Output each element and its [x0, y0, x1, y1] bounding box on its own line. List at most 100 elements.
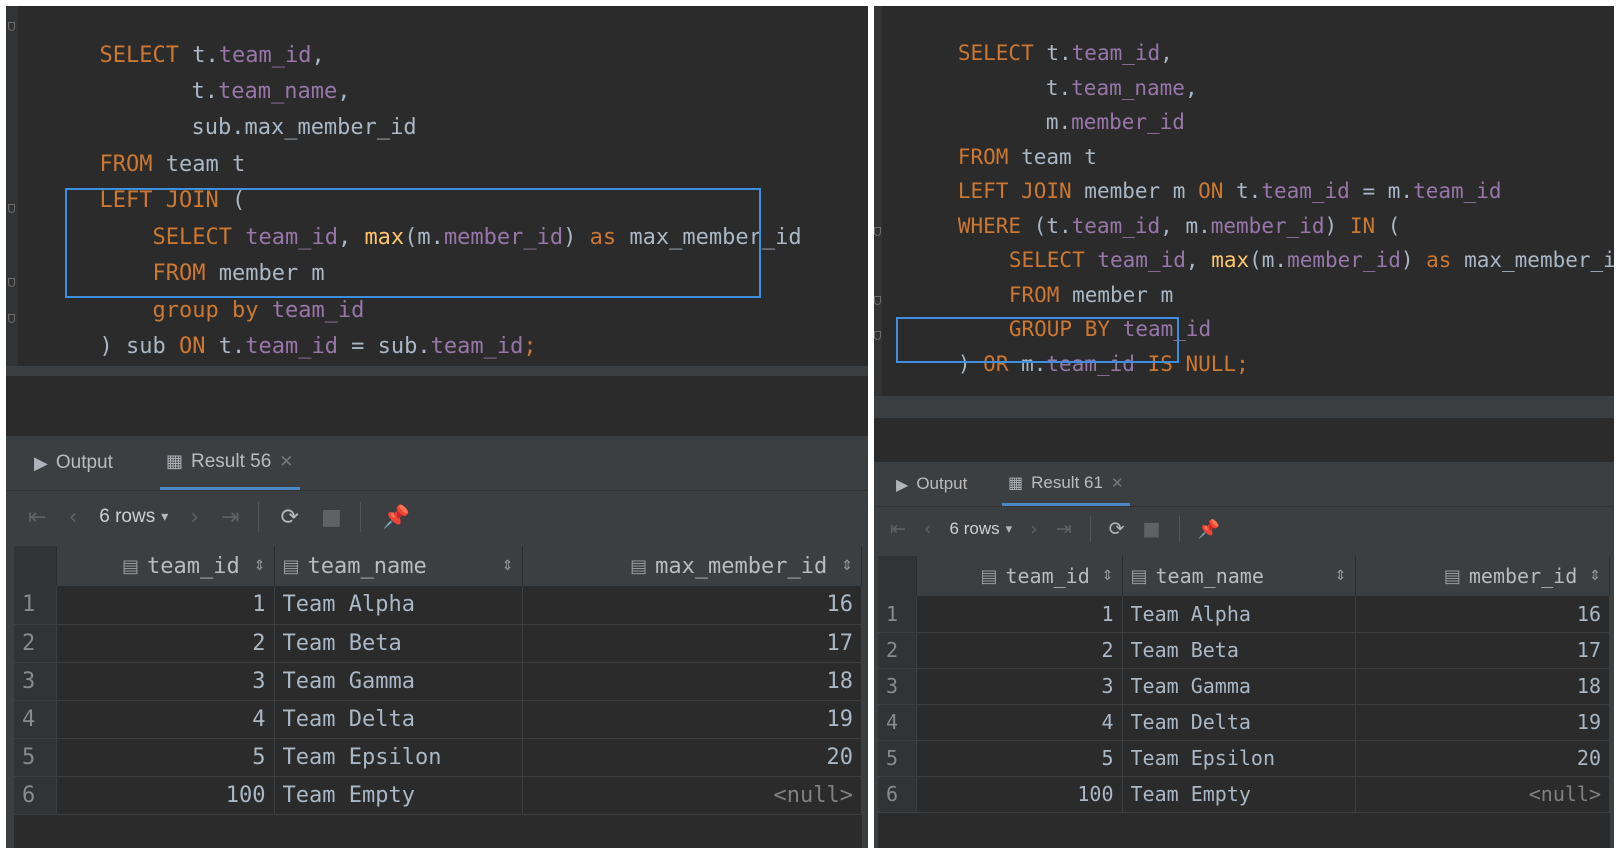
- tab-result[interactable]: ▦ Result 61 ✕: [1002, 462, 1130, 506]
- fold-marker-icon[interactable]: [874, 296, 881, 305]
- team-id-cell[interactable]: 100: [56, 776, 275, 815]
- first-page-icon[interactable]: ⇤: [890, 518, 906, 540]
- sort-icon[interactable]: ⇕: [1335, 568, 1347, 584]
- pin-tab-icon[interactable]: 📌: [1198, 519, 1220, 540]
- row-count-dropdown[interactable]: 6 rows: [950, 519, 1000, 539]
- tab-result[interactable]: ▦ Result 56 ✕: [160, 436, 300, 490]
- fold-marker-icon[interactable]: [874, 331, 881, 340]
- previous-page-icon[interactable]: ‹: [924, 518, 932, 540]
- team-id-cell[interactable]: 5: [56, 738, 275, 777]
- stop-icon[interactable]: ■: [321, 505, 342, 530]
- chevron-down-icon[interactable]: ▾: [161, 509, 168, 525]
- row-number-cell[interactable]: 3: [878, 668, 917, 705]
- table-row[interactable]: 5 5 Team Epsilon 20: [14, 738, 862, 777]
- team-id-cell[interactable]: 3: [916, 668, 1123, 705]
- member-id-cell[interactable]: 19: [522, 700, 862, 739]
- member-id-cell[interactable]: 17: [522, 624, 862, 663]
- team-id-cell[interactable]: 4: [916, 704, 1123, 741]
- team-name-cell[interactable]: Team Epsilon: [274, 738, 523, 777]
- fold-marker-icon[interactable]: [8, 204, 15, 213]
- previous-page-icon[interactable]: ‹: [68, 505, 77, 530]
- sql-editor[interactable]: SELECT t.team_id, t.team_name, sub.max_m…: [6, 6, 868, 366]
- fold-marker-icon[interactable]: [8, 314, 15, 323]
- team-name-cell[interactable]: Team Gamma: [1122, 668, 1356, 705]
- member-id-cell[interactable]: 16: [522, 586, 862, 625]
- fold-marker-icon[interactable]: [8, 22, 15, 31]
- row-count-dropdown[interactable]: 6 rows: [99, 506, 155, 528]
- table-row[interactable]: 2 2 Team Beta 17: [878, 632, 1610, 669]
- team-name-cell[interactable]: Team Delta: [1122, 704, 1356, 741]
- next-page-icon[interactable]: ›: [1030, 518, 1038, 540]
- team-id-cell[interactable]: 1: [916, 596, 1123, 633]
- team-id-cell[interactable]: 4: [56, 700, 275, 739]
- sort-icon[interactable]: ⇕: [502, 558, 514, 574]
- team-name-cell[interactable]: Team Beta: [274, 624, 523, 663]
- result-grid[interactable]: ▤ team_id ⇕ ▤ team_name ⇕ ▤ member_id ⇕ …: [878, 556, 1610, 848]
- refresh-icon[interactable]: ⟳: [1109, 518, 1125, 540]
- row-number-cell[interactable]: 6: [878, 776, 917, 813]
- table-row[interactable]: 3 3 Team Gamma 18: [878, 668, 1610, 705]
- tab-output[interactable]: ▶ Output: [34, 436, 113, 490]
- row-number-cell[interactable]: 2: [878, 632, 917, 669]
- table-row[interactable]: 4 4 Team Delta 19: [878, 704, 1610, 741]
- team-id-cell[interactable]: 1: [56, 586, 275, 625]
- table-row[interactable]: 3 3 Team Gamma 18: [14, 662, 862, 701]
- table-row[interactable]: 2 2 Team Beta 17: [14, 624, 862, 663]
- row-number-cell[interactable]: 4: [878, 704, 917, 741]
- row-number-cell[interactable]: 3: [14, 662, 57, 701]
- sort-icon[interactable]: ⇕: [254, 558, 266, 574]
- column-header-team-name[interactable]: ▤ team_name ⇕: [274, 546, 523, 586]
- row-number-cell[interactable]: 5: [14, 738, 57, 777]
- team-name-cell[interactable]: Team Empty: [1122, 776, 1356, 813]
- member-id-cell[interactable]: 17: [1355, 632, 1610, 669]
- member-id-cell[interactable]: <null>: [522, 776, 862, 815]
- column-header-team-id[interactable]: ▤ team_id ⇕: [56, 546, 275, 586]
- member-id-cell[interactable]: 16: [1355, 596, 1610, 633]
- member-id-cell[interactable]: 18: [1355, 668, 1610, 705]
- tab-output[interactable]: ▶ Output: [896, 462, 967, 506]
- row-number-cell[interactable]: 4: [14, 700, 57, 739]
- sort-icon[interactable]: ⇕: [841, 558, 853, 574]
- refresh-icon[interactable]: ⟳: [281, 505, 299, 530]
- team-id-cell[interactable]: 3: [56, 662, 275, 701]
- team-id-cell[interactable]: 2: [916, 632, 1123, 669]
- member-id-cell[interactable]: 20: [1355, 740, 1610, 777]
- sql-editor[interactable]: SELECT t.team_id, t.team_name, m.member_…: [874, 6, 1614, 396]
- member-id-cell[interactable]: 19: [1355, 704, 1610, 741]
- row-number-cell[interactable]: 1: [878, 596, 917, 633]
- first-page-icon[interactable]: ⇤: [28, 505, 46, 530]
- team-id-cell[interactable]: 100: [916, 776, 1123, 813]
- team-name-cell[interactable]: Team Epsilon: [1122, 740, 1356, 777]
- row-number-cell[interactable]: 2: [14, 624, 57, 663]
- team-id-cell[interactable]: 5: [916, 740, 1123, 777]
- table-row[interactable]: 5 5 Team Epsilon 20: [878, 740, 1610, 777]
- row-number-cell[interactable]: 5: [878, 740, 917, 777]
- team-name-cell[interactable]: Team Alpha: [274, 586, 523, 625]
- column-header-max-member-id[interactable]: ▤ max_member_id ⇕: [522, 546, 862, 586]
- member-id-cell[interactable]: <null>: [1355, 776, 1610, 813]
- fold-marker-icon[interactable]: [8, 278, 15, 287]
- row-number-cell[interactable]: 1: [14, 586, 57, 625]
- table-row[interactable]: 6 100 Team Empty <null>: [878, 776, 1610, 813]
- table-row[interactable]: 6 100 Team Empty <null>: [14, 776, 862, 815]
- table-row[interactable]: 1 1 Team Alpha 16: [878, 596, 1610, 633]
- team-name-cell[interactable]: Team Alpha: [1122, 596, 1356, 633]
- stop-icon[interactable]: ■: [1143, 518, 1161, 540]
- column-header-team-name[interactable]: ▤ team_name ⇕: [1122, 556, 1356, 596]
- next-page-icon[interactable]: ›: [190, 505, 199, 530]
- pin-tab-icon[interactable]: 📌: [383, 505, 410, 530]
- fold-marker-icon[interactable]: [874, 227, 881, 236]
- team-name-cell[interactable]: Team Gamma: [274, 662, 523, 701]
- column-header-member-id[interactable]: ▤ member_id ⇕: [1355, 556, 1610, 596]
- result-grid[interactable]: ▤ team_id ⇕ ▤ team_name ⇕ ▤ max_member_id: [14, 546, 862, 848]
- sort-icon[interactable]: ⇕: [1102, 568, 1114, 584]
- chevron-down-icon[interactable]: ▾: [1006, 522, 1013, 537]
- last-page-icon[interactable]: ⇥: [1056, 518, 1072, 540]
- close-tab-icon[interactable]: ✕: [279, 452, 293, 472]
- team-id-cell[interactable]: 2: [56, 624, 275, 663]
- column-header-team-id[interactable]: ▤ team_id ⇕: [916, 556, 1123, 596]
- close-tab-icon[interactable]: ✕: [1111, 474, 1124, 492]
- team-name-cell[interactable]: Team Delta: [274, 700, 523, 739]
- row-number-cell[interactable]: 6: [14, 776, 57, 815]
- member-id-cell[interactable]: 20: [522, 738, 862, 777]
